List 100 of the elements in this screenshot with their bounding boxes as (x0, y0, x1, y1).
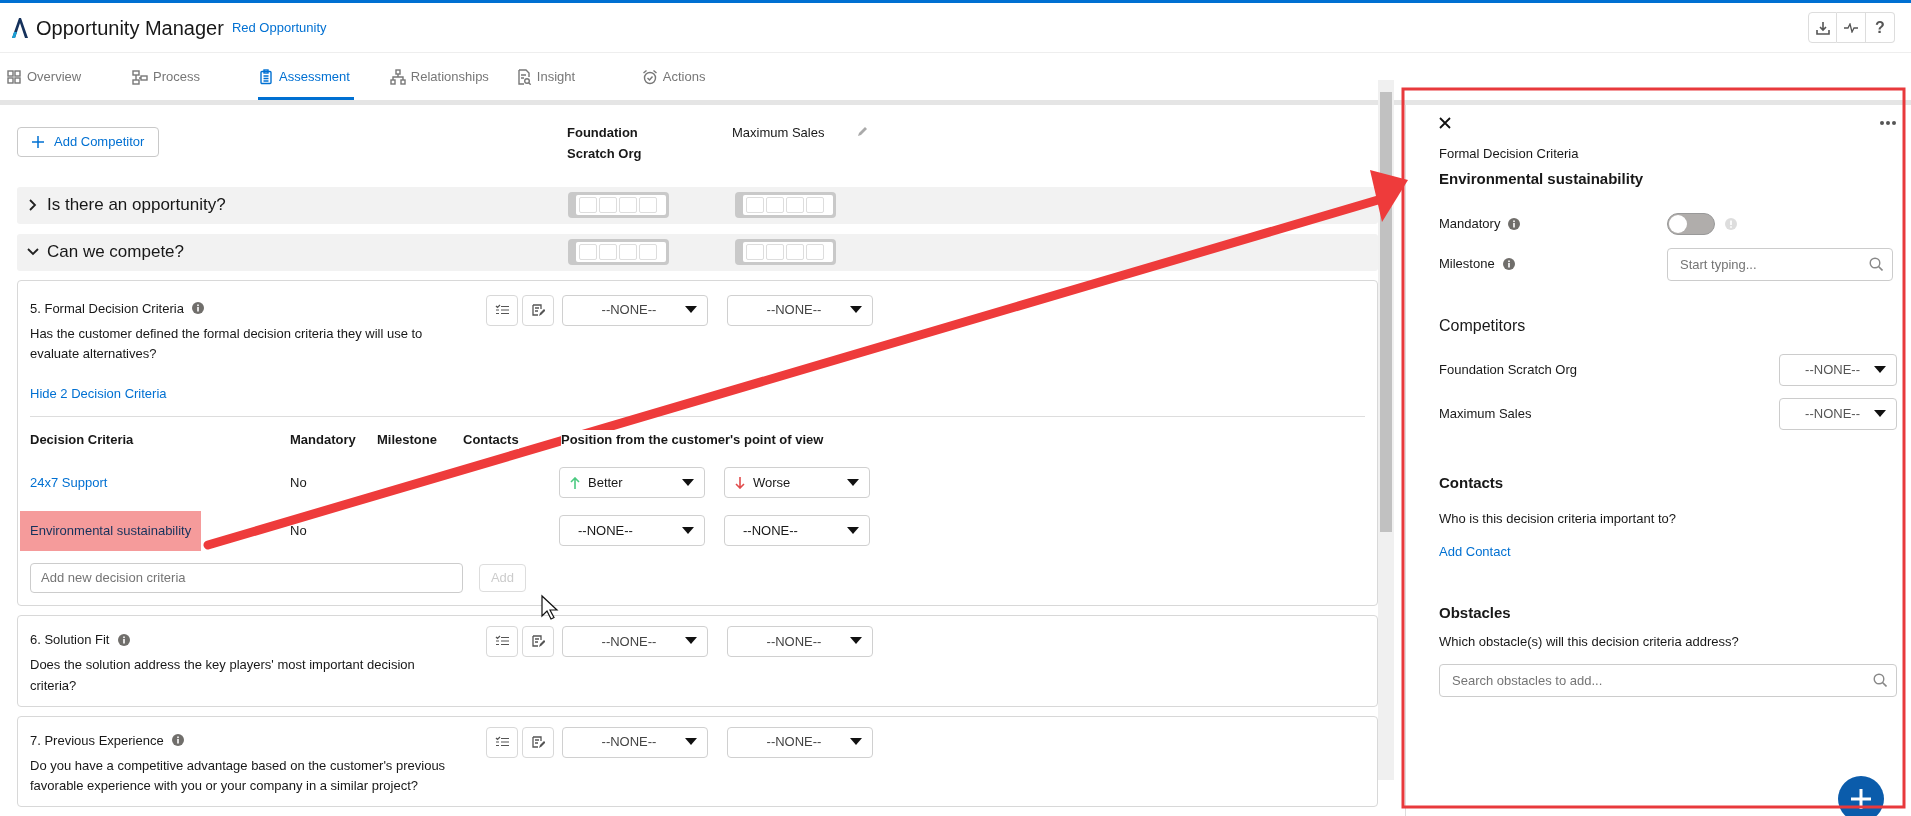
arrow-down-icon (735, 476, 745, 489)
tab[interactable]: Actions (641, 53, 768, 100)
section-header[interactable]: Can we compete? (17, 233, 1378, 271)
add-contact-link[interactable]: Add Contact (1439, 542, 1511, 562)
more-button[interactable] (1879, 120, 1897, 126)
warning-icon (1725, 218, 1737, 230)
position-dropdown[interactable]: Worse (724, 467, 870, 499)
scrollbar[interactable] (1378, 80, 1394, 780)
tab[interactable]: Process (132, 53, 258, 100)
add-fab-button[interactable] (1838, 776, 1884, 816)
criteria-link[interactable]: 24x7 Support (30, 475, 108, 491)
caret-icon (685, 637, 697, 646)
rating-dropdown[interactable]: --NONE-- (727, 726, 873, 758)
position-dropdown[interactable]: --NONE-- (724, 515, 870, 547)
rating-dropdown[interactable]: --NONE-- (727, 625, 873, 657)
column-header: Position from the customer's point of view (561, 430, 824, 450)
pulse-icon (1844, 22, 1858, 33)
close-icon (1439, 117, 1451, 129)
notes-edit-icon (531, 303, 545, 318)
caret-icon (682, 478, 694, 487)
more-icon (1879, 120, 1897, 126)
caret-icon (850, 738, 862, 747)
position-dropdown[interactable]: --NONE-- (1779, 354, 1897, 386)
add-competitor-button[interactable]: Add Competitor (17, 127, 160, 157)
caret-icon (1874, 410, 1886, 418)
question-title: 7. Previous Experience (30, 731, 164, 750)
notes-edit-icon (531, 634, 545, 649)
caret-icon (847, 526, 859, 535)
rating-dropdown[interactable]: --NONE-- (727, 294, 873, 326)
field-label: Milestone (1439, 255, 1495, 274)
caret-icon (1874, 366, 1886, 374)
tab[interactable]: Relationships (389, 53, 516, 100)
tab[interactable]: Insight (515, 53, 642, 100)
section-text: Which obstacle(s) will this decision criteria address? (1439, 633, 1740, 651)
notes-button[interactable] (522, 726, 554, 758)
section-title: Is there an opportunity? (47, 194, 227, 217)
mandatory-value: No (290, 474, 308, 493)
panel-category: Formal Decision Criteria (1439, 145, 1580, 163)
checklist-button[interactable] (486, 625, 518, 657)
info-icon (1508, 218, 1521, 230)
section-heading: Contacts (1439, 473, 1505, 493)
help-button[interactable]: ? (1866, 12, 1895, 43)
rating-dropdown[interactable]: --NONE-- (562, 726, 708, 758)
chevron-right-icon (27, 199, 39, 212)
criteria-link[interactable]: Environmental sustainability (20, 511, 202, 551)
mandatory-value: No (290, 522, 308, 541)
info-icon (117, 633, 130, 646)
checklist-icon (495, 635, 509, 648)
position-dropdown[interactable]: --NONE-- (1779, 398, 1897, 430)
download-button[interactable] (1808, 12, 1837, 43)
notes-button[interactable] (522, 625, 554, 657)
search-icon (1873, 672, 1887, 687)
competitor-label: Foundation Scratch Org (1439, 361, 1578, 380)
activity-button[interactable] (1837, 12, 1866, 43)
checklist-button[interactable] (486, 726, 518, 758)
caret-icon (682, 526, 694, 535)
logo-icon (10, 16, 28, 39)
position-dropdown[interactable]: --NONE-- (559, 515, 705, 547)
section-title: Can we compete? (47, 241, 186, 264)
clipboard-icon (258, 68, 274, 85)
alarm-clock-icon (641, 68, 658, 85)
checklist-button[interactable] (486, 294, 518, 326)
question-text: Has the customer defined the formal decision criteria they will use to evaluate alternatives? (30, 325, 424, 364)
mandatory-toggle[interactable] (1667, 213, 1715, 235)
flowchart-icon (132, 68, 148, 85)
panel-title: Environmental sustainability (1439, 168, 1645, 189)
tab[interactable]: Assessment (258, 53, 354, 100)
grid-icon (6, 68, 22, 85)
close-button[interactable] (1439, 117, 1451, 129)
competitor-name: Foundation Scratch Org (567, 124, 643, 163)
milestone-field[interactable]: Start typing... (1667, 247, 1893, 281)
section-header[interactable]: Is there an opportunity? (17, 186, 1378, 224)
caret-icon (685, 306, 697, 315)
caret-icon (847, 478, 859, 487)
record-link[interactable]: Red Opportunity (231, 17, 327, 38)
field-label: Mandatory (1439, 215, 1501, 234)
position-dropdown[interactable]: Better (559, 467, 705, 499)
app-title: Opportunity Manager (36, 15, 224, 41)
plus-icon (32, 136, 44, 148)
question-text: Does the solution address the key players' most important decision criteria? (30, 656, 416, 695)
question-text: Do you have a competitive advantage based on the customer's previous favorable experience with you or your company in a similar project? (30, 757, 447, 796)
rating-dropdown[interactable]: --NONE-- (562, 625, 708, 657)
criteria-toggle-link[interactable]: Hide 2 Decision Criteria (30, 384, 167, 404)
criteria-input[interactable]: Add new decision criteria (30, 562, 463, 593)
section-text: Who is this decision criteria important to? (1439, 509, 1677, 528)
checklist-icon (495, 304, 509, 317)
caret-icon (685, 738, 697, 747)
section-heading: Obstacles (1439, 602, 1512, 623)
rating-dropdown[interactable]: --NONE-- (562, 294, 708, 326)
competitor-name: Maximum Sales (732, 124, 826, 142)
info-icon (171, 734, 184, 747)
section-heading: Competitors (1439, 316, 1527, 336)
question-title: 6. Solution Fit (30, 630, 110, 649)
caret-icon (850, 637, 862, 646)
tab[interactable]: Overview (6, 53, 132, 100)
obstacle-search-field[interactable]: Search obstacles to add... (1439, 663, 1897, 697)
caret-icon (850, 306, 862, 315)
arrow-up-icon (570, 476, 580, 489)
edit-icon[interactable] (857, 125, 869, 137)
notes-button[interactable] (522, 294, 554, 326)
